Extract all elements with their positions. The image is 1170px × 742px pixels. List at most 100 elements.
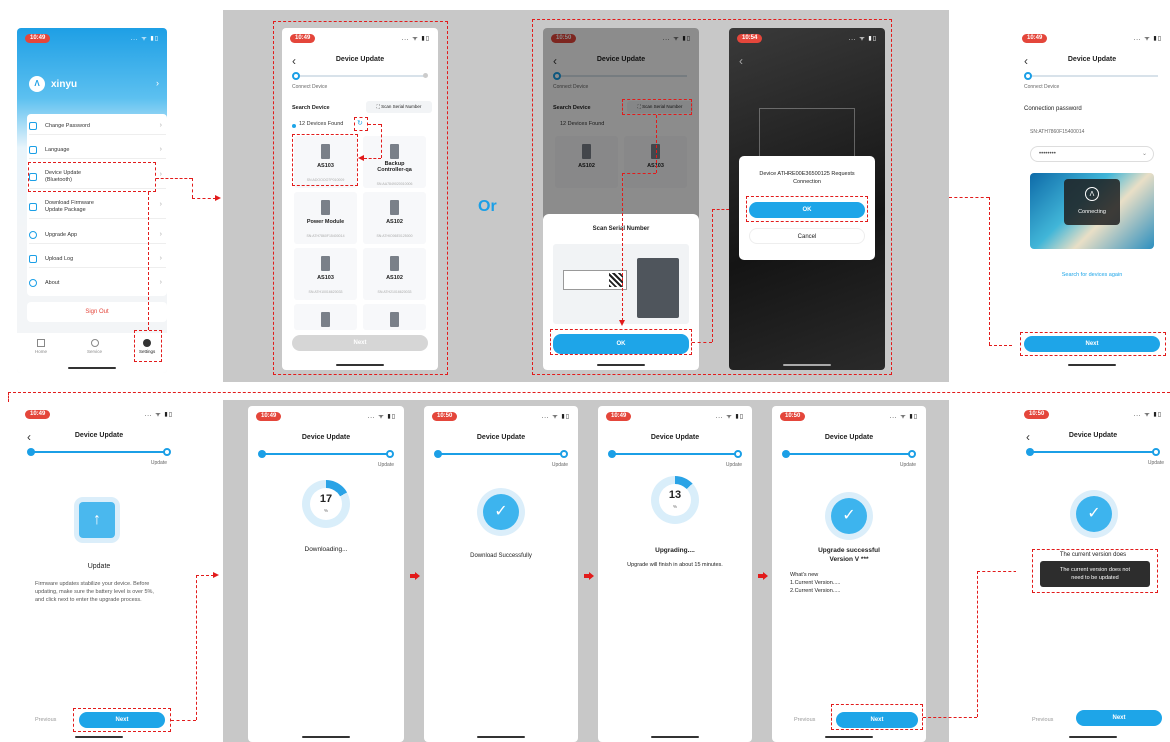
- settings-screen: 10:49 ... ᯤ ▮▯ Λ xinyu › Change Password…: [17, 28, 167, 373]
- connector: [977, 571, 978, 717]
- step-dot: [1024, 72, 1032, 80]
- connector: [196, 575, 197, 720]
- step-progress: [782, 450, 916, 458]
- connection-screen: 10:49 ... ᯤ ▮▯ ‹ Device Update Connect D…: [1014, 28, 1170, 370]
- status-icons: ... ᯤ ▮▯: [889, 414, 918, 420]
- page-title: Device Update: [650, 434, 700, 441]
- home-indicator: [783, 364, 831, 366]
- home-icon: [37, 339, 45, 347]
- arrow-right-icon: [213, 572, 219, 578]
- battery-icon: [321, 256, 330, 271]
- step-progress: [608, 450, 742, 458]
- connector: [8, 392, 1170, 393]
- status-time: 10:49: [25, 34, 51, 43]
- status-time: 10:49: [606, 412, 632, 421]
- arrow-right-icon: [410, 572, 420, 580]
- search-again-link[interactable]: Search for devices again: [1014, 272, 1170, 278]
- check-icon: ✓: [831, 498, 867, 534]
- menu-about[interactable]: About ›: [29, 274, 166, 292]
- qr-code-icon: [609, 273, 623, 287]
- step-label: Update: [377, 462, 394, 468]
- page-title: Device Update: [301, 434, 351, 441]
- menu-upload-log[interactable]: Upload Log ›: [29, 250, 166, 268]
- menu-upgrade-app[interactable]: Upgrade App ›: [29, 226, 166, 244]
- back-arrow-icon[interactable]: ‹: [739, 54, 743, 68]
- whats-new-line: 1.Current Version.....: [790, 580, 841, 586]
- tab-service[interactable]: Service: [87, 339, 102, 354]
- device-card[interactable]: Power Module SN:ATH7860F15400014: [294, 192, 357, 244]
- connecting-image: Λ Connecting: [1030, 173, 1154, 249]
- app-logo-icon: Λ: [1085, 187, 1099, 201]
- step-label: Update: [150, 460, 167, 466]
- menu-language[interactable]: Language ›: [29, 141, 166, 159]
- status-icons: ... ᯤ ▮▯: [715, 414, 744, 420]
- arrow-left-icon: [358, 155, 364, 161]
- connector: [622, 173, 623, 321]
- battery-icon: [390, 256, 399, 271]
- next-button[interactable]: Next: [292, 335, 428, 351]
- device-card[interactable]: AS102 SN:ATHIO06E0125000: [363, 192, 426, 244]
- password-input[interactable]: •••••••• ⌄: [1030, 146, 1154, 162]
- status-icons: ... ᯤ ▮▯: [367, 414, 396, 420]
- highlight-toast: [1032, 549, 1158, 593]
- dialog-cancel-button[interactable]: Cancel: [749, 228, 865, 244]
- info-icon: [29, 279, 37, 287]
- step-dot: [434, 450, 442, 458]
- sign-out-button[interactable]: Sign Out: [27, 302, 167, 322]
- check-icon: ✓: [1076, 496, 1112, 532]
- whats-new-line: 2.Current Version.....: [790, 588, 841, 594]
- upgrading-label: Upgrading....: [655, 547, 695, 554]
- menu-download-firmware[interactable]: Download Firmware Update Package ›: [29, 195, 166, 219]
- highlight-next-button: [1020, 332, 1166, 356]
- status-icons: ... ᯤ ▮▯: [1133, 412, 1162, 418]
- home-indicator: [75, 736, 123, 738]
- chevron-right-icon: ›: [159, 146, 162, 153]
- search-device-label: Search Device: [292, 105, 330, 111]
- chevron-right-icon[interactable]: ›: [156, 78, 159, 88]
- step-dot: [608, 450, 616, 458]
- connecting-label: Connecting: [1078, 209, 1106, 215]
- home-indicator: [825, 736, 873, 738]
- scan-serial-button[interactable]: ⛶ Scan Serial Number: [366, 101, 432, 113]
- battery-icon: [390, 312, 399, 327]
- upgrade-icon: [29, 231, 37, 239]
- highlight-device-card: [292, 134, 358, 186]
- page-title: Device Update: [335, 56, 385, 63]
- connector: [656, 115, 657, 173]
- battery-icon: [321, 200, 330, 215]
- page-title: Device Update: [1068, 432, 1118, 439]
- device-list-screen: 10:49 ... ᯤ ▮▯ ‹ Device Update Connect D…: [282, 28, 438, 370]
- step-label: Connect Device: [292, 84, 328, 90]
- status-time: 10:49: [256, 412, 282, 421]
- highlight-dialog-ok: [746, 196, 868, 222]
- connection-password-label: Connection password: [1024, 106, 1082, 112]
- step-label: Update: [725, 462, 742, 468]
- device-card[interactable]: AS103 SN:ATH10016620033: [294, 248, 357, 300]
- step-dot: [386, 450, 394, 458]
- menu-change-password[interactable]: Change Password ›: [29, 117, 166, 135]
- arrow-right-icon: [758, 572, 768, 580]
- downloading-screen: 10:49 ... ᯤ ▮▯ Device Update Update 17 %…: [248, 406, 404, 742]
- download-success-screen: 10:50 ... ᯤ ▮▯ Device Update Update ✓ Do…: [424, 406, 578, 742]
- device-card[interactable]: [294, 304, 357, 330]
- chevron-right-icon: ›: [159, 122, 162, 129]
- check-icon: ✓: [483, 494, 519, 530]
- download-percent: 17: [319, 493, 333, 505]
- status-icons: ... ᯤ ▮▯: [144, 412, 173, 418]
- progress-fill: [260, 453, 392, 455]
- percent-unit: %: [672, 504, 677, 509]
- next-button[interactable]: Next: [1076, 710, 1162, 726]
- tab-home[interactable]: Home: [35, 339, 47, 354]
- device-card[interactable]: Backup Controller-qa SN:AA7849020010006: [363, 136, 426, 188]
- language-icon: [29, 146, 37, 154]
- previous-link[interactable]: Previous: [794, 717, 815, 723]
- device-card[interactable]: [363, 304, 426, 330]
- arrow-right-icon: [215, 195, 221, 201]
- arrow-right-icon: [584, 572, 594, 580]
- previous-link[interactable]: Previous: [1032, 717, 1053, 723]
- chevron-right-icon: ›: [159, 201, 162, 208]
- previous-link[interactable]: Previous: [35, 717, 56, 723]
- arrow-down-icon: [619, 320, 625, 326]
- device-card[interactable]: AS102 SN:ATH21016620033: [363, 248, 426, 300]
- dialog-message: Device ATHRE00E36500125 Requests Connect…: [759, 171, 855, 185]
